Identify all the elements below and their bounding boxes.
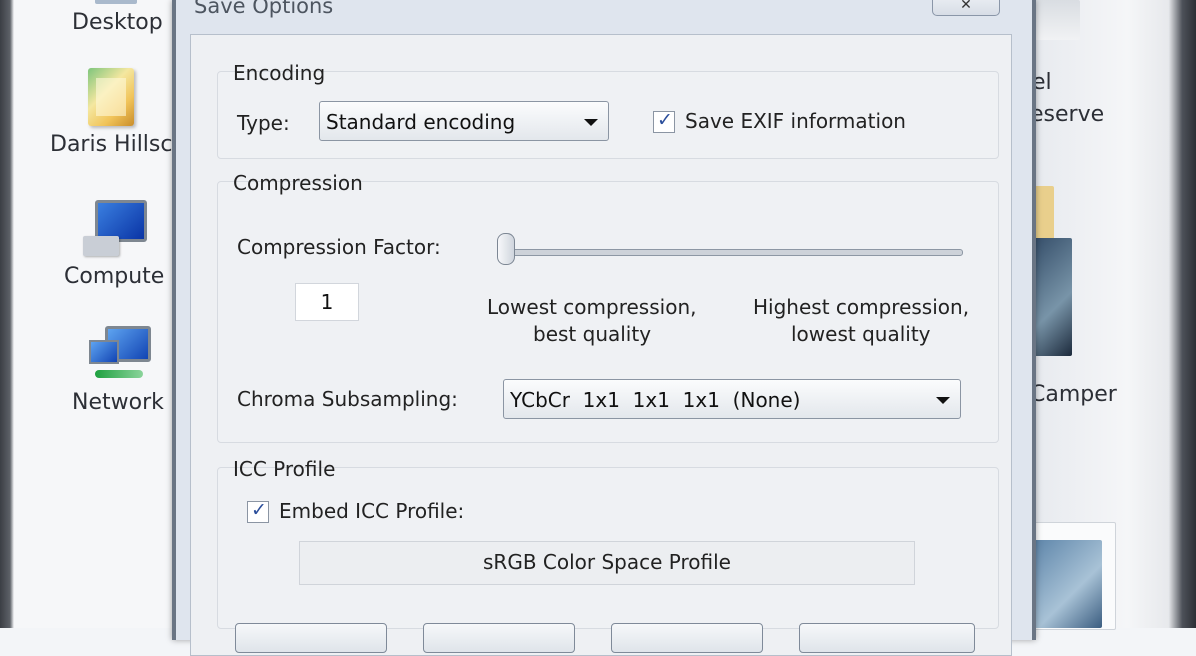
photo-thumbnail[interactable]	[1030, 540, 1102, 628]
lowest-compression-caption-2: best quality	[533, 322, 652, 346]
chroma-subsampling-label: Chroma Subsampling:	[237, 387, 458, 411]
desktop-icon-label: Compute	[64, 264, 165, 289]
embed-icc-label[interactable]: Embed ICC Profile:	[279, 499, 464, 523]
chevron-down-icon	[584, 119, 598, 126]
icc-profile-name: sRGB Color Space Profile	[299, 541, 915, 585]
encoding-group-label: Encoding	[233, 61, 326, 85]
compression-factor-label: Compression Factor:	[237, 235, 441, 259]
desktop-icon-network[interactable]: Network	[72, 326, 164, 415]
highest-compression-caption: Highest compression,	[753, 295, 970, 319]
computer-icon	[83, 200, 148, 258]
close-icon: ✕	[960, 0, 972, 13]
desktop-icon-user-folder[interactable]: Daris Hillsc	[50, 68, 172, 157]
desktop-label-partial: eserve	[1030, 102, 1105, 127]
desktop-label-camper: Camper	[1030, 382, 1117, 407]
chroma-subsampling-value: YCbCr 1x1 1x1 1x1 (None)	[510, 388, 801, 412]
compression-slider-thumb[interactable]	[497, 233, 515, 265]
desktop-icon-label: Network	[72, 390, 164, 415]
desktop-icon-computer[interactable]: Compute	[64, 200, 164, 289]
desktop-icon-desktop[interactable]: Desktop	[72, 10, 163, 35]
lowest-compression-caption: Lowest compression,	[487, 295, 697, 319]
compression-factor-field[interactable]: 1	[295, 283, 359, 321]
encoding-type-select[interactable]: Standard encoding	[319, 101, 609, 141]
save-options-dialog: Save Options ✕ Encoding Type: Standard e…	[172, 0, 1036, 656]
type-label: Type:	[237, 111, 290, 135]
encoding-type-value: Standard encoding	[326, 110, 516, 134]
chevron-down-icon	[936, 397, 950, 404]
compression-group-label: Compression	[233, 171, 363, 195]
dialog-body: Encoding Type: Standard encoding ✓ Save …	[190, 34, 1012, 656]
desktop-icon-label: Daris Hillsc	[50, 132, 173, 157]
close-button[interactable]: ✕	[932, 0, 1000, 16]
checkmark-icon: ✓	[251, 499, 267, 521]
checkmark-icon: ✓	[657, 109, 673, 131]
highest-compression-caption-2: lowest quality	[791, 322, 931, 346]
dialog-title: Save Options	[194, 0, 334, 18]
desktop-thumbnail	[1030, 0, 1080, 40]
icc-profile-group-label: ICC Profile	[233, 457, 336, 481]
save-exif-label[interactable]: Save EXIF information	[685, 109, 906, 133]
chroma-subsampling-select[interactable]: YCbCr 1x1 1x1 1x1 (None)	[503, 379, 961, 419]
compression-slider-track[interactable]	[501, 249, 963, 256]
save-exif-checkbox[interactable]: ✓	[653, 109, 675, 133]
network-icon	[87, 326, 151, 384]
desktop-icon-label: Desktop	[72, 10, 163, 35]
user-folder-icon	[88, 68, 135, 126]
desktop-shortcut-icon	[95, 0, 137, 4]
embed-icc-checkbox[interactable]: ✓	[247, 499, 269, 523]
